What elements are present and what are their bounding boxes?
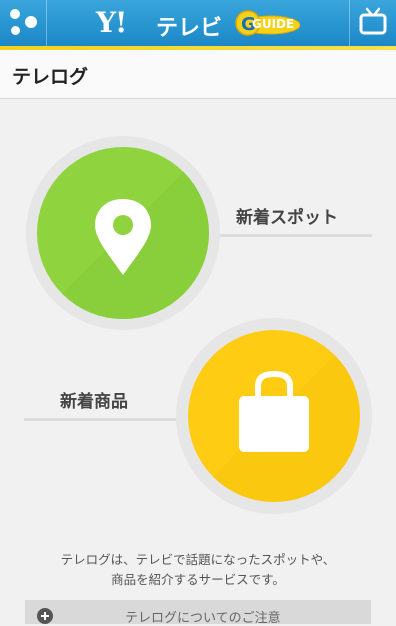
notice-label: テレログについてのご注意 — [125, 611, 281, 626]
app-header: Y! テレビ G GUIDE — [0, 0, 396, 46]
divider-line — [220, 234, 372, 237]
brand-guide-text: GUIDE — [252, 17, 295, 31]
tv-icon — [359, 7, 387, 35]
notice-expander[interactable]: テレログについてのご注意 — [25, 600, 371, 626]
description-line-1: テレログは、テレビで話題になったスポットや、 — [60, 552, 336, 567]
new-spots-label: 新着スポット — [236, 208, 338, 228]
goods-circle-button[interactable] — [188, 330, 360, 502]
brand-logo: Y! テレビ G GUIDE — [96, 4, 306, 42]
plus-circle-icon — [37, 608, 53, 624]
description-line-2: 商品を紹介するサービスです。 — [111, 572, 285, 587]
brand-yahoo: Y! — [96, 6, 127, 39]
brand-tv: テレビ — [156, 16, 223, 41]
page-title: テレログ — [12, 66, 89, 88]
brand-guide-badge: G GUIDE — [234, 9, 301, 37]
shopping-bag-icon — [188, 330, 360, 502]
title-bar: テレログ — [0, 50, 396, 99]
new-goods-label: 新着商品 — [60, 392, 128, 412]
divider-line — [24, 418, 186, 421]
menu-button[interactable] — [0, 0, 47, 46]
tv-button[interactable] — [349, 0, 396, 46]
service-description: テレログは、テレビで話題になったスポットや、 商品を紹介するサービスです。 — [0, 550, 396, 590]
spot-circle-button[interactable] — [37, 147, 209, 319]
map-pin-icon — [37, 147, 209, 319]
